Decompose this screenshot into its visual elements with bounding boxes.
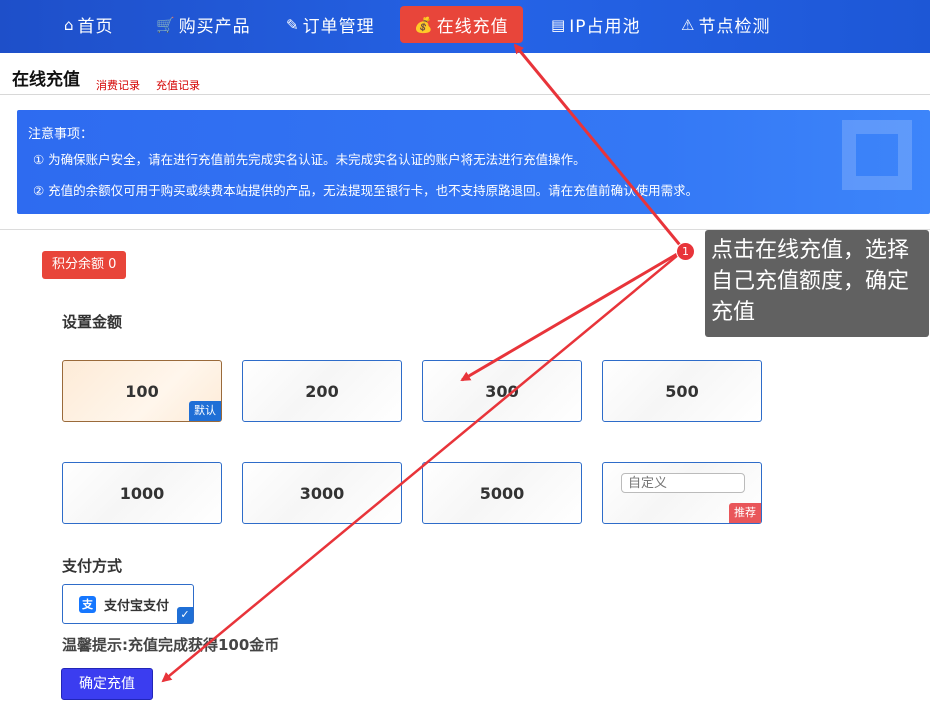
nav-order-management[interactable]: ✎ 订单管理 [286, 6, 375, 43]
confirm-recharge-button[interactable]: 确定充值 [61, 668, 153, 700]
alipay-icon: 支 [79, 595, 96, 613]
notice-line-2: ② 充值的余额仅可用于购买或续费本站提供的产品，无法提现至银行卡，也不支持原路退… [33, 183, 699, 198]
nav-buy-products[interactable]: 🛒 购买产品 [156, 6, 251, 43]
nav-label: 购买产品 [178, 17, 251, 37]
annotation-number: 1 [676, 242, 695, 261]
ip-pool-icon: ▤ [551, 15, 567, 34]
payment-label: 支付方式 [62, 557, 123, 575]
notice-line-1: ① 为确保账户安全，请在进行充值前先完成实名认证。未完成实名认证的账户将无法进行… [33, 152, 586, 167]
custom-amount-input[interactable] [621, 473, 745, 493]
decorative-shape [842, 120, 912, 190]
top-nav: ⌂ 首页 🛒 购买产品 ✎ 订单管理 💰 在线充值 ▤ IP占用池 ⚠ 节点检测 [0, 0, 930, 53]
amount-option-1000[interactable]: 1000 [62, 462, 222, 524]
consume-records-link[interactable]: 消费记录 [96, 77, 140, 93]
balance-badge: 积分余额 0 [42, 251, 127, 279]
check-icon: ✓ [177, 607, 193, 623]
payment-method-label: 支付宝支付 [104, 598, 170, 614]
recharge-page: ⌂ 首页 🛒 购买产品 ✎ 订单管理 💰 在线充值 ▤ IP占用池 ⚠ 节点检测… [0, 0, 930, 724]
nav-home[interactable]: ⌂ 首页 [64, 6, 114, 43]
amount-option-custom[interactable]: 推荐 [602, 462, 762, 524]
nav-label: 在线充值 [436, 17, 509, 37]
nav-online-recharge[interactable]: 💰 在线充值 [400, 6, 523, 43]
amount-value: 500 [665, 381, 699, 401]
amount-label: 设置金额 [62, 313, 123, 331]
recommend-tag: 推荐 [729, 503, 761, 523]
nav-label: 订单管理 [302, 17, 375, 37]
page-title: 在线充值 [12, 70, 80, 90]
amount-value: 200 [305, 381, 339, 401]
home-icon: ⌂ [64, 15, 75, 34]
tip-text: 温馨提示:充值完成获得100金币 [62, 636, 280, 654]
amount-option-5000[interactable]: 5000 [422, 462, 582, 524]
nav-node-check[interactable]: ⚠ 节点检测 [681, 6, 770, 43]
amount-value: 100 [125, 381, 159, 401]
default-tag: 默认 [189, 401, 221, 421]
nav-label: 首页 [77, 17, 114, 37]
recharge-records-link[interactable]: 充值记录 [156, 77, 200, 93]
amount-option-3000[interactable]: 3000 [242, 462, 402, 524]
amount-value: 1000 [119, 483, 165, 503]
section-header: 在线充值 消费记录 充值记录 [0, 53, 930, 95]
recharge-icon: 💰 [414, 15, 434, 34]
amount-option-500[interactable]: 500 [602, 360, 762, 422]
order-edit-icon: ✎ [286, 15, 300, 34]
amount-value: 3000 [299, 483, 345, 503]
amount-option-200[interactable]: 200 [242, 360, 402, 422]
notice-box: 注意事项： ① 为确保账户安全，请在进行充值前先完成实名认证。未完成实名认证的账… [17, 110, 930, 214]
amount-value: 300 [485, 381, 519, 401]
payment-option-alipay[interactable]: 支 支付宝支付 ✓ [62, 584, 194, 624]
nav-label: 节点检测 [698, 17, 771, 37]
cart-icon: 🛒 [156, 15, 176, 34]
annotation-callout: 点击在线充值，选择自己充值额度，确定充值 [705, 230, 929, 337]
notice-title: 注意事项： [28, 127, 94, 142]
nav-ip-pool[interactable]: ▤ IP占用池 [551, 6, 640, 43]
amount-option-100[interactable]: 100 默认 [62, 360, 222, 422]
amount-option-300[interactable]: 300 [422, 360, 582, 422]
nav-label: IP占用池 [569, 17, 641, 37]
warning-icon: ⚠ [681, 15, 696, 34]
amount-value: 5000 [479, 483, 525, 503]
